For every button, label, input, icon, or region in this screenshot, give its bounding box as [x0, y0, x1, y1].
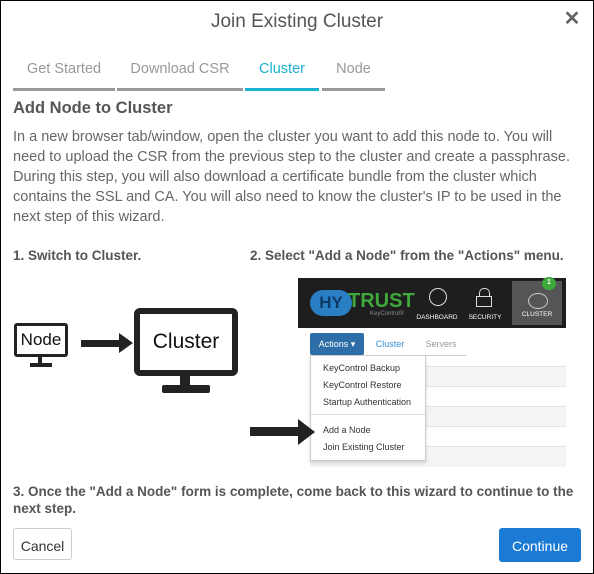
actions-menu-image: KeyControl Backup KeyControl Restore Sta…	[310, 355, 426, 461]
cluster-icon	[528, 293, 548, 309]
nav-cluster: 1 CLUSTER	[512, 277, 562, 325]
dashboard-gauge-icon	[429, 288, 447, 306]
node-label: Node	[20, 330, 62, 349]
tab-get-started[interactable]: Get Started	[13, 59, 115, 91]
nav-security: SECURITY	[460, 278, 510, 328]
kc-tab-servers: Servers	[416, 333, 466, 356]
actions-dropdown-image: Actions ▾	[310, 333, 364, 355]
menu-item: Join Existing Cluster	[323, 442, 405, 452]
keycontrol-body-image: Actions ▾ Cluster Servers KeyControl Bac…	[298, 328, 566, 467]
keycontrol-header-image: HY TRUST KeyControl® DASHBOARD SECURITY …	[298, 277, 566, 328]
pointer-arrow-head	[298, 419, 315, 445]
menu-item: Startup Authentication	[323, 397, 412, 407]
cancel-button[interactable]: Cancel	[13, 528, 72, 560]
node-monitor-base	[30, 363, 52, 367]
step-2-label: 2. Select "Add a Node" from the "Actions…	[250, 248, 564, 263]
tab-download-csr[interactable]: Download CSR	[117, 59, 243, 91]
menu-item: KeyControl Restore	[323, 380, 402, 390]
menu-item-add-node: Add a Node	[323, 425, 371, 435]
lock-icon-body	[476, 296, 492, 307]
menu-divider	[311, 414, 425, 415]
tab-cluster[interactable]: Cluster	[245, 59, 319, 91]
step-3-label: 3. Once the "Add a Node" form is complet…	[13, 484, 574, 516]
keycontrol-sublabel: KeyControl®	[370, 311, 405, 317]
join-cluster-dialog: Join Existing Cluster ✕ Get Started Down…	[0, 0, 594, 574]
instructions-paragraph: In a new browser tab/window, open the cl…	[13, 129, 570, 225]
arrow-right-icon	[81, 340, 121, 347]
section-heading: Add Node to Cluster	[13, 99, 173, 117]
arrow-right-head	[119, 333, 133, 353]
hytrust-logo-cloud: HY	[310, 290, 352, 316]
pointer-arrow-icon	[250, 427, 300, 436]
cluster-monitor-base	[162, 385, 210, 393]
hytrust-logo-text: TRUST	[348, 290, 415, 312]
cluster-monitor-icon: Cluster	[134, 308, 238, 376]
step-1-label: 1. Switch to Cluster.	[13, 248, 142, 263]
heart-badge: 1	[542, 277, 556, 290]
cluster-monitor-stand	[180, 376, 190, 385]
kc-tab-cluster: Cluster	[364, 333, 416, 356]
node-monitor-icon: Node	[14, 323, 68, 357]
dialog-title: Join Existing Cluster	[210, 11, 384, 32]
tab-node[interactable]: Node	[322, 59, 385, 91]
continue-button[interactable]: Continue	[499, 528, 581, 562]
cluster-label: Cluster	[152, 330, 220, 353]
nav-dashboard: DASHBOARD	[412, 278, 462, 328]
menu-item: KeyControl Backup	[323, 363, 401, 373]
close-icon[interactable]: ✕	[563, 9, 581, 29]
